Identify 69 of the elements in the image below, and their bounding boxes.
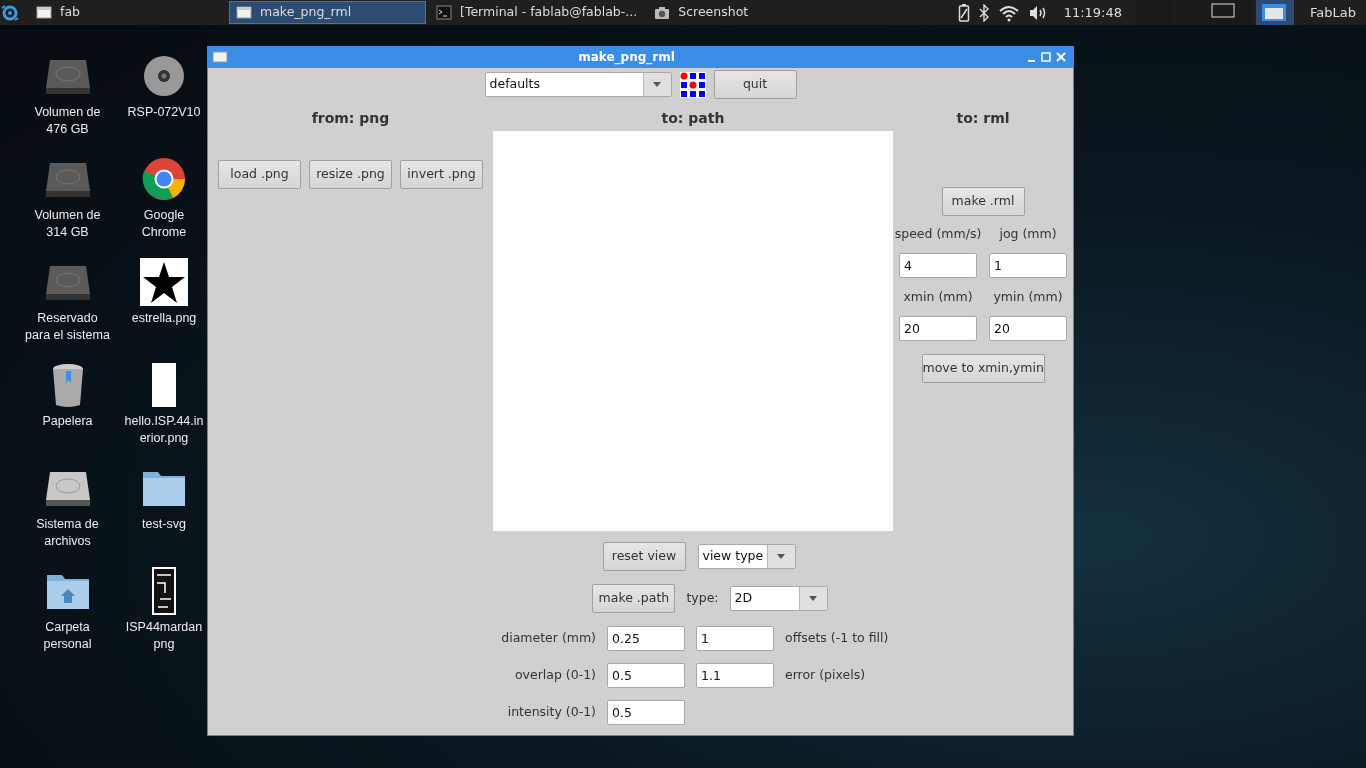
button[interactable]: invert .png [400,160,483,189]
desktop-icon-label[interactable]: Volumen de 314 GB [34,207,101,241]
button[interactable]: resize .png [309,160,392,189]
user-name: FabLab [1310,3,1356,22]
field-label: offsets (-1 to fill) [785,629,890,648]
dot-grid-logo-icon [679,71,706,98]
caret-icon [776,553,786,560]
button[interactable]: move to xmin,ymin [921,353,1045,383]
browser-icon[interactable] [140,155,188,203]
desktop-icon-label[interactable]: estrella.png [131,310,197,327]
wifi-icon [997,3,1020,22]
field-label: speed (mm/s) [894,225,982,243]
button[interactable]: quit [713,70,797,99]
desktop-icon-label[interactable]: RSP-072V10 [127,104,201,121]
button[interactable]: load .png [218,160,301,189]
window-icon [212,50,228,64]
input-field[interactable]: 1 [696,626,774,651]
column-heading: to: rml [956,109,1010,128]
taskbar-button[interactable]: Screenshot [647,1,845,24]
input-field[interactable]: 0.25 [607,626,685,651]
window-icon [36,4,52,21]
bluetooth-icon [977,3,990,22]
input-field[interactable]: 20 [989,315,1067,341]
desktop-icon-label[interactable]: Volumen de 476 GB [34,104,101,138]
input-field[interactable]: 4 [899,252,977,278]
desktop-icon-label[interactable]: Google Chrome [141,207,187,241]
desktop-icon-label[interactable]: Reservado para el sistema [25,310,110,344]
menu-icon[interactable] [0,2,20,23]
input-field[interactable]: 1.1 [696,663,774,688]
desktop-icon-label[interactable]: hello.ISP.44.in erior.png [124,413,204,447]
field-label: type: [686,589,719,608]
dropdown[interactable]: 2D [729,586,828,611]
column-heading: to: path [661,109,725,128]
taskbar-button[interactable]: [Terminal - fablab@fablab-... [429,1,645,24]
desktop-icon-label[interactable]: test-svg [142,516,186,533]
field-label: intensity (0-1) [506,703,596,722]
window-title: make_png_rml [577,49,676,66]
maximize-icon[interactable] [1039,50,1053,64]
camera-icon [654,4,671,21]
field-label: error (pixels) [785,666,867,685]
dropdown[interactable]: view type [697,544,796,569]
close-icon[interactable] [1053,50,1069,64]
window-icon [236,4,252,21]
input-field[interactable]: 20 [899,315,977,341]
desktop-icon-label[interactable]: Carpeta personal [43,619,92,653]
desktop-icon-label[interactable]: Sistema de archivos [36,516,99,550]
input-field[interactable]: 0.5 [607,663,685,688]
button[interactable]: reset view [602,542,686,571]
button[interactable]: make .path [592,584,676,613]
caret-icon [808,595,819,602]
field-label: xmin (mm) [903,287,973,306]
star-image-icon[interactable] [140,258,188,306]
battery-icon [957,2,970,23]
caret-icon [652,81,662,88]
clock-text: 11:19:48 [1063,3,1123,22]
button[interactable]: make .rml [941,187,1025,216]
field-label: ymin (mm) [993,287,1063,306]
terminal-icon [436,4,452,21]
dropdown[interactable]: defaults [484,72,672,97]
taskbar-button[interactable]: fab [29,1,226,24]
input-field[interactable]: 0.5 [607,700,685,725]
column-heading: from: png [311,109,390,128]
field-label: overlap (0-1) [513,666,596,685]
taskbar-button[interactable]: make_png_rml [229,1,426,24]
field-label: diameter (mm) [500,629,596,648]
desktop-icon-label[interactable]: Papelera [42,413,93,430]
input-field[interactable]: 1 [989,252,1067,278]
desktop-icon-label[interactable]: ISP44mardan png [125,619,203,653]
field-label: jog (mm) [999,225,1057,243]
